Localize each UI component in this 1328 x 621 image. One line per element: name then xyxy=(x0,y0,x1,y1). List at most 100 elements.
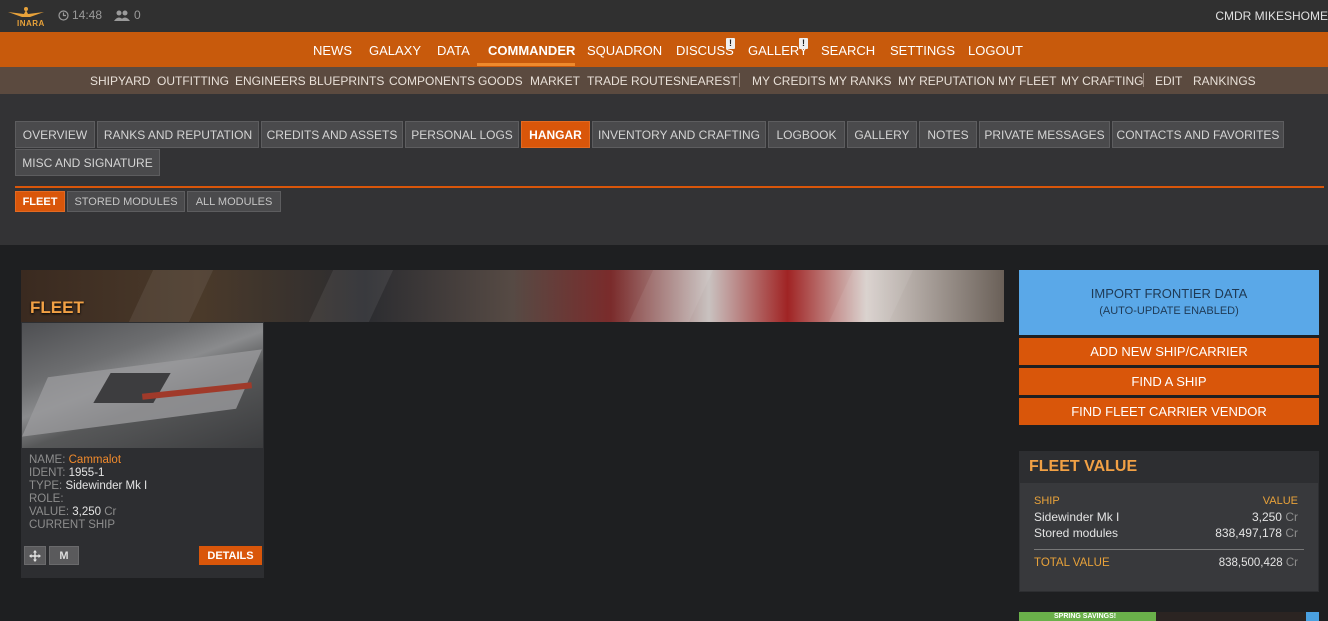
add-ship-button[interactable]: ADD NEW SHIP/CARRIER xyxy=(1019,338,1319,365)
subnav-my-reputation[interactable]: MY REPUTATION xyxy=(898,74,995,88)
nav-data[interactable]: DATA xyxy=(437,43,470,58)
find-carrier-vendor-button[interactable]: FIND FLEET CARRIER VENDOR xyxy=(1019,398,1319,425)
details-button[interactable]: DETAILS xyxy=(199,546,262,565)
ship-status: CURRENT SHIP xyxy=(29,519,116,531)
fleet-value-heading: FLEET VALUE xyxy=(1029,458,1138,475)
subnav-trade-routes[interactable]: TRADE ROUTES xyxy=(587,74,681,88)
galaxy-clock-icon xyxy=(58,9,69,21)
import-frontier-data-button[interactable]: IMPORT FRONTIER DATA (AUTO-UPDATE ENABLE… xyxy=(1019,270,1319,335)
nav-squadron[interactable]: SQUADRON xyxy=(587,43,662,58)
subnav-divider xyxy=(1143,73,1144,87)
tab-logbook[interactable]: LOGBOOK xyxy=(768,121,845,148)
subnav-components[interactable]: COMPONENTS xyxy=(389,74,475,88)
row-value: 838,497,178 xyxy=(1215,526,1282,540)
tab-divider xyxy=(15,186,1324,188)
subnav-my-ranks[interactable]: MY RANKS xyxy=(829,74,891,88)
subnav-outfitting[interactable]: OUTFITTING xyxy=(157,74,229,88)
ship-value-unit: Cr xyxy=(104,506,117,518)
tab-contacts-favorites[interactable]: CONTACTS AND FAVORITES xyxy=(1112,121,1284,148)
nav-logout[interactable]: LOGOUT xyxy=(968,43,1023,58)
fleet-heading: FLEET xyxy=(30,298,84,317)
nav-galaxy[interactable]: GALAXY xyxy=(369,43,421,58)
move-arrows-icon xyxy=(29,549,41,562)
ad-text: SPRING SAVINGS! xyxy=(1054,613,1117,620)
ship-ident: 1955-1 xyxy=(68,467,105,479)
tab-credits-assets[interactable]: CREDITS AND ASSETS xyxy=(261,121,403,148)
subnav-edit[interactable]: EDIT xyxy=(1155,74,1182,88)
ship-ident-label: IDENT: xyxy=(29,467,66,479)
advertisement-banner[interactable]: SPRING SAVINGS! xyxy=(1019,612,1319,621)
gallery-notification-badge: ! xyxy=(799,38,808,49)
subnav-my-fleet[interactable]: MY FLEET xyxy=(998,74,1056,88)
ship-info: NAME: Cammalot IDENT: 1955-1 TYPE: Sidew… xyxy=(29,454,147,532)
nav-news[interactable]: NEWS xyxy=(313,43,352,58)
row-value: 3,250 xyxy=(1251,510,1282,524)
online-users[interactable]: 0 xyxy=(114,8,141,22)
subnav-my-credits[interactable]: MY CREDITS xyxy=(752,74,826,88)
tab-notes[interactable]: NOTES xyxy=(919,121,977,148)
nav-search[interactable]: SEARCH xyxy=(821,43,875,58)
tab-overview[interactable]: OVERVIEW xyxy=(15,121,95,148)
subtab-fleet[interactable]: FLEET xyxy=(15,191,65,212)
ship-value-label: VALUE: xyxy=(29,506,70,518)
ship-value: 3,250 xyxy=(72,506,102,518)
ship-name-label: NAME: xyxy=(29,454,66,466)
game-clock: 14:48 xyxy=(58,8,102,22)
main-nav: NEWS GALAXY DATA COMMANDER SQUADRON DISC… xyxy=(0,32,1328,67)
modules-button[interactable]: M xyxy=(49,546,79,565)
fleet-value-table: SHIP VALUE Sidewinder Mk I 3,250 Cr Stor… xyxy=(1020,483,1318,591)
active-nav-indicator xyxy=(477,63,575,66)
ship-type: Sidewinder Mk I xyxy=(65,480,148,492)
section-header xyxy=(0,94,1328,245)
ship-card: NAME: Cammalot IDENT: 1955-1 TYPE: Sidew… xyxy=(21,322,264,578)
discuss-notification-badge: ! xyxy=(726,38,735,49)
tab-personal-logs[interactable]: PERSONAL LOGS xyxy=(405,121,519,148)
subnav-divider xyxy=(739,73,740,87)
subtab-all-modules[interactable]: ALL MODULES xyxy=(187,191,281,212)
fleet-banner: FLEET xyxy=(21,270,1004,322)
logo-text: INARA xyxy=(17,19,45,28)
row-unit: Cr xyxy=(1285,526,1298,540)
sub-nav: SHIPYARD OUTFITTING ENGINEERS BLUEPRINTS… xyxy=(0,67,1328,94)
row-ship: Sidewinder Mk I xyxy=(1034,510,1120,524)
commander-name[interactable]: CMDR MIKESHOME xyxy=(1215,9,1328,23)
ship-role-label: ROLE: xyxy=(29,493,64,505)
tab-misc-signature[interactable]: MISC AND SIGNATURE xyxy=(15,149,160,176)
subnav-goods[interactable]: GOODS xyxy=(478,74,523,88)
tab-hangar[interactable]: HANGAR xyxy=(521,121,590,148)
col-ship-header: SHIP xyxy=(1034,495,1060,507)
tab-inventory-crafting[interactable]: INVENTORY AND CRAFTING xyxy=(592,121,766,148)
ship-type-label: TYPE: xyxy=(29,480,63,492)
subnav-engineers[interactable]: ENGINEERS xyxy=(235,74,306,88)
table-row: Sidewinder Mk I 3,250 Cr xyxy=(1034,510,1298,524)
fleet-value-panel: FLEET VALUE SHIP VALUE Sidewinder Mk I 3… xyxy=(1019,451,1319,592)
subnav-shipyard[interactable]: SHIPYARD xyxy=(90,74,150,88)
subnav-market[interactable]: MARKET xyxy=(530,74,580,88)
total-divider xyxy=(1034,549,1304,550)
inara-logo[interactable]: INARA xyxy=(6,4,46,28)
subnav-my-crafting[interactable]: MY CRAFTING xyxy=(1061,74,1143,88)
ship-image[interactable] xyxy=(22,323,263,448)
import-subtitle: (AUTO-UPDATE ENABLED) xyxy=(1099,305,1239,317)
tab-ranks-reputation[interactable]: RANKS AND REPUTATION xyxy=(97,121,259,148)
move-ship-button[interactable] xyxy=(24,546,46,565)
ship-name[interactable]: Cammalot xyxy=(69,454,121,466)
subnav-nearest[interactable]: NEAREST xyxy=(681,74,738,88)
total-value: 838,500,428 xyxy=(1218,557,1283,569)
total-row: TOTAL VALUE 838,500,428 Cr xyxy=(1034,557,1298,569)
subnav-blueprints[interactable]: BLUEPRINTS xyxy=(309,74,384,88)
col-value-header: VALUE xyxy=(1262,495,1298,507)
online-count: 0 xyxy=(134,8,141,22)
nav-settings[interactable]: SETTINGS xyxy=(890,43,955,58)
users-icon xyxy=(114,10,130,21)
subtab-stored-modules[interactable]: STORED MODULES xyxy=(67,191,185,212)
total-label: TOTAL VALUE xyxy=(1034,557,1110,569)
import-title: IMPORT FRONTIER DATA xyxy=(1090,286,1248,301)
tab-private-messages[interactable]: PRIVATE MESSAGES xyxy=(979,121,1110,148)
subnav-rankings[interactable]: RANKINGS xyxy=(1193,74,1256,88)
find-ship-button[interactable]: FIND A SHIP xyxy=(1019,368,1319,395)
total-unit: Cr xyxy=(1285,557,1298,569)
tab-gallery[interactable]: GALLERY xyxy=(847,121,917,148)
nav-commander[interactable]: COMMANDER xyxy=(488,43,575,58)
top-bar: INARA 14:48 0 CMDR MIKESHOME xyxy=(0,0,1328,32)
